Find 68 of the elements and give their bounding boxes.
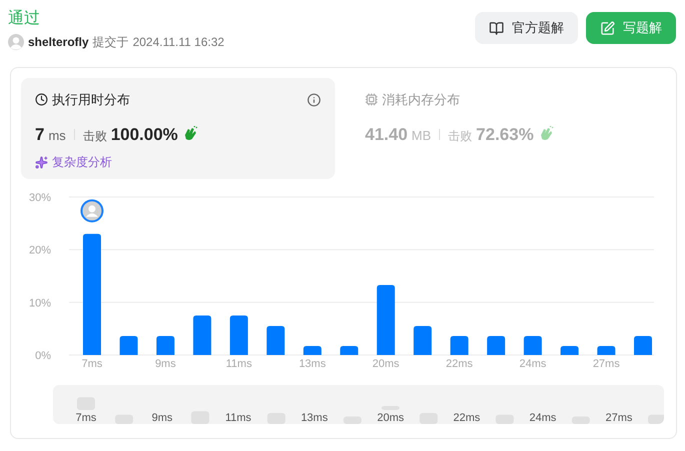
- navigator-label: 13ms: [300, 412, 328, 424]
- bar[interactable]: [120, 336, 138, 355]
- x-tick-label: 20ms: [372, 358, 400, 370]
- bar[interactable]: [266, 326, 285, 355]
- bar[interactable]: [193, 316, 212, 355]
- submitted-label: 提交于: [92, 34, 129, 51]
- book-icon: [489, 20, 504, 36]
- stat-unit: ms: [48, 126, 66, 144]
- navigator-label: 20ms: [377, 412, 404, 424]
- x-tick-label: 9ms: [155, 358, 176, 370]
- bar[interactable]: [303, 346, 322, 355]
- chip-icon: [365, 93, 378, 106]
- mini-bar: [267, 413, 286, 424]
- navigator-label: 22ms: [453, 412, 480, 424]
- stat-value: 7: [35, 124, 44, 146]
- navigator-label: 9ms: [152, 412, 173, 424]
- y-tick-label: 0%: [35, 350, 51, 362]
- mini-bar: [420, 413, 438, 424]
- range-navigator[interactable]: 7ms 9ms 11ms 13ms 20ms 22ms 24ms 27ms: [53, 385, 664, 424]
- x-tick-label: 22ms: [446, 358, 473, 370]
- bar[interactable]: [450, 336, 468, 355]
- stat-unit: MB: [412, 126, 432, 144]
- complexity-analysis-link[interactable]: 复杂度分析: [35, 153, 112, 171]
- beat-percent: 72.63%: [476, 124, 534, 146]
- stat-panel[interactable]: 执行用时分布 7 ms 击败 100.00% 复杂度分析: [21, 78, 335, 179]
- edit-icon: [600, 20, 615, 36]
- beat-label: 击败: [82, 128, 107, 144]
- bar[interactable]: [414, 326, 432, 355]
- x-tick-label: 11ms: [226, 358, 252, 370]
- mini-bar: [115, 414, 134, 424]
- submission-time: 2024.11.11 16:32: [132, 34, 224, 51]
- y-tick-label: 10%: [28, 297, 51, 310]
- navigator-label: 24ms: [529, 412, 556, 424]
- x-tick-label: 7ms: [82, 358, 102, 370]
- mini-bar: [496, 414, 514, 424]
- bar[interactable]: [156, 336, 174, 355]
- y-tick-label: 20%: [28, 244, 51, 257]
- bar[interactable]: [560, 346, 579, 355]
- beat-label: 击败: [448, 128, 472, 144]
- user-avatar: [8, 34, 24, 50]
- navigator-label: 27ms: [605, 412, 632, 424]
- bar[interactable]: [230, 316, 248, 355]
- stat-value: 41.40: [365, 124, 408, 146]
- bar[interactable]: [597, 346, 616, 355]
- navigator-label: 11ms: [225, 412, 252, 424]
- mini-bar: [572, 416, 590, 424]
- mini-bar: [343, 416, 362, 424]
- clock-icon: [35, 93, 48, 106]
- mini-bar: [648, 414, 664, 424]
- panel-title: 执行用时分布: [52, 91, 130, 109]
- bar[interactable]: [487, 336, 506, 355]
- user-avatar-marker: [80, 199, 104, 222]
- sparkle-icon: [35, 156, 48, 168]
- bar[interactable]: [524, 336, 542, 355]
- username[interactable]: shelterofly: [28, 33, 89, 51]
- y-tick-label: 30%: [28, 192, 51, 204]
- bar[interactable]: [376, 284, 395, 355]
- status-title: 通过: [8, 8, 41, 29]
- x-tick-label: 24ms: [519, 358, 546, 370]
- x-tick-label: 27ms: [592, 358, 620, 370]
- mini-bar: [191, 411, 210, 424]
- beat-percent: 100.00%: [110, 124, 178, 146]
- info-icon[interactable]: [307, 92, 321, 107]
- x-tick-label: 13ms: [298, 358, 326, 370]
- bar[interactable]: [340, 346, 358, 355]
- panel-title: 消耗内存分布: [382, 91, 460, 109]
- official-solution-button[interactable]: 官方题解: [475, 12, 578, 44]
- navigator-label: 7ms: [76, 412, 96, 424]
